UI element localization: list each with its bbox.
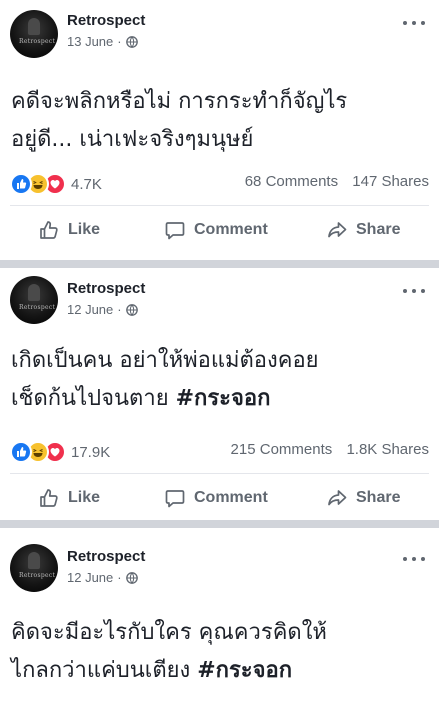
globe-icon: [125, 571, 138, 584]
post-text-segment: เช็ดก้นไปจนตาย: [11, 386, 176, 411]
avatar[interactable]: Retrospect: [10, 10, 58, 58]
avatar[interactable]: Retrospect: [10, 544, 58, 592]
divider: [10, 473, 429, 474]
comments-shares: 215 Comments 1.8K Shares: [221, 441, 429, 458]
comment-count[interactable]: 215 Comments: [231, 441, 333, 458]
share-arrow-icon: [328, 490, 347, 506]
like-reaction-icon: [10, 173, 32, 195]
avatar-figure: [28, 18, 40, 35]
post-card-1: Retrospect Retrospect 13 June · คดีจะพลิ…: [0, 0, 439, 260]
like-label: Like: [68, 221, 101, 238]
date-separator: ·: [117, 302, 122, 317]
avatar-figure: [28, 284, 40, 301]
hashtag-link[interactable]: #กระจอก: [197, 658, 292, 683]
comment-count[interactable]: 68 Comments: [245, 173, 338, 190]
date-separator: ·: [117, 34, 122, 49]
page-name[interactable]: Retrospect: [67, 280, 145, 297]
post-date[interactable]: 12 June: [67, 302, 113, 317]
reactions[interactable]: 4.7K: [10, 173, 102, 195]
thumbs-up-icon: [40, 489, 58, 507]
post-text-line: คดีจะพลิกหรือไม่ การกระทำก็จัญไร: [11, 83, 429, 121]
date-separator: ·: [117, 570, 122, 585]
post-text-segment: คิดจะมีอะไรกับใคร คุณควรคิดให้: [11, 620, 327, 645]
avatar-logo-text: Retrospect: [19, 304, 56, 311]
globe-icon: [125, 303, 138, 316]
share-label: Share: [356, 221, 401, 238]
more-options-icon[interactable]: [403, 288, 425, 294]
share-count[interactable]: 1.8K Shares: [346, 441, 429, 458]
avatar[interactable]: Retrospect: [10, 276, 58, 324]
thumbs-up-icon: [40, 221, 58, 239]
post-stats: 4.7K 68 Comments 147 Shares: [10, 173, 429, 195]
comment-label: Comment: [194, 489, 268, 506]
post-text-segment: ไกลกว่าแค่บนเตียง: [11, 658, 198, 683]
reaction-count: 17.9K: [71, 443, 111, 461]
post-text-line: อยู่ดี... เน่าเฟะจริงๆมนุษย์: [11, 121, 429, 159]
post-stats: 17.9K 215 Comments 1.8K Shares: [10, 441, 429, 463]
post-text-segment: คดีจะพลิกหรือไม่ การกระทำก็จัญไร: [11, 89, 348, 114]
more-options-icon[interactable]: [403, 556, 425, 562]
post-meta: 12 June ·: [67, 302, 138, 317]
share-label: Share: [356, 489, 401, 506]
comments-shares: 68 Comments 147 Shares: [235, 173, 429, 190]
comment-label: Comment: [194, 221, 268, 238]
post-date[interactable]: 12 June: [67, 570, 113, 585]
post-meta: 12 June ·: [67, 570, 138, 585]
comment-bubble-icon: [165, 490, 185, 508]
post-card-2: Retrospect Retrospect 12 June · เกิดเป็น…: [0, 268, 439, 520]
share-button[interactable]: Share: [326, 478, 400, 518]
comment-button[interactable]: Comment: [164, 478, 268, 518]
globe-icon: [125, 35, 138, 48]
page-name[interactable]: Retrospect: [67, 548, 145, 565]
avatar-logo-text: Retrospect: [19, 572, 56, 579]
post-text-line: เช็ดก้นไปจนตาย #กระจอก: [11, 380, 429, 418]
post-text: คิดจะมีอะไรกับใคร คุณควรคิดให้ ไกลกว่าแค…: [11, 614, 429, 690]
action-bar: Like Comment Share: [0, 478, 439, 518]
like-button[interactable]: Like: [38, 210, 100, 250]
share-count[interactable]: 147 Shares: [352, 173, 429, 190]
hashtag-link[interactable]: #กระจอก: [176, 386, 271, 411]
post-text-line: ไกลกว่าแค่บนเตียง #กระจอก: [11, 652, 429, 690]
share-button[interactable]: Share: [326, 210, 400, 250]
action-bar: Like Comment Share: [0, 210, 439, 250]
reactions[interactable]: 17.9K: [10, 441, 110, 463]
post-card-3: Retrospect Retrospect 12 June · คิดจะมีอ…: [0, 528, 439, 703]
like-label: Like: [68, 489, 101, 506]
post-text-segment: อยู่ดี... เน่าเฟะจริงๆมนุษย์: [11, 127, 254, 152]
reaction-count: 4.7K: [71, 175, 102, 193]
page-name[interactable]: Retrospect: [67, 12, 145, 29]
comment-bubble-icon: [165, 222, 185, 240]
divider: [10, 205, 429, 206]
more-options-icon[interactable]: [403, 20, 425, 26]
like-button[interactable]: Like: [38, 478, 100, 518]
comment-button[interactable]: Comment: [164, 210, 268, 250]
post-meta: 13 June ·: [67, 34, 138, 49]
post-text-line: เกิดเป็นคน อย่าให้พ่อแม่ต้องคอย: [11, 342, 429, 380]
post-text: คดีจะพลิกหรือไม่ การกระทำก็จัญไร อยู่ดี.…: [11, 83, 429, 159]
like-reaction-icon: [10, 441, 32, 463]
avatar-logo-text: Retrospect: [19, 38, 56, 45]
post-text-line: คิดจะมีอะไรกับใคร คุณควรคิดให้: [11, 614, 429, 652]
post-text: เกิดเป็นคน อย่าให้พ่อแม่ต้องคอย เช็ดก้นไ…: [11, 342, 429, 418]
post-text-segment: เกิดเป็นคน อย่าให้พ่อแม่ต้องคอย: [11, 348, 319, 373]
post-date[interactable]: 13 June: [67, 34, 113, 49]
avatar-figure: [28, 552, 40, 569]
share-arrow-icon: [328, 222, 347, 238]
